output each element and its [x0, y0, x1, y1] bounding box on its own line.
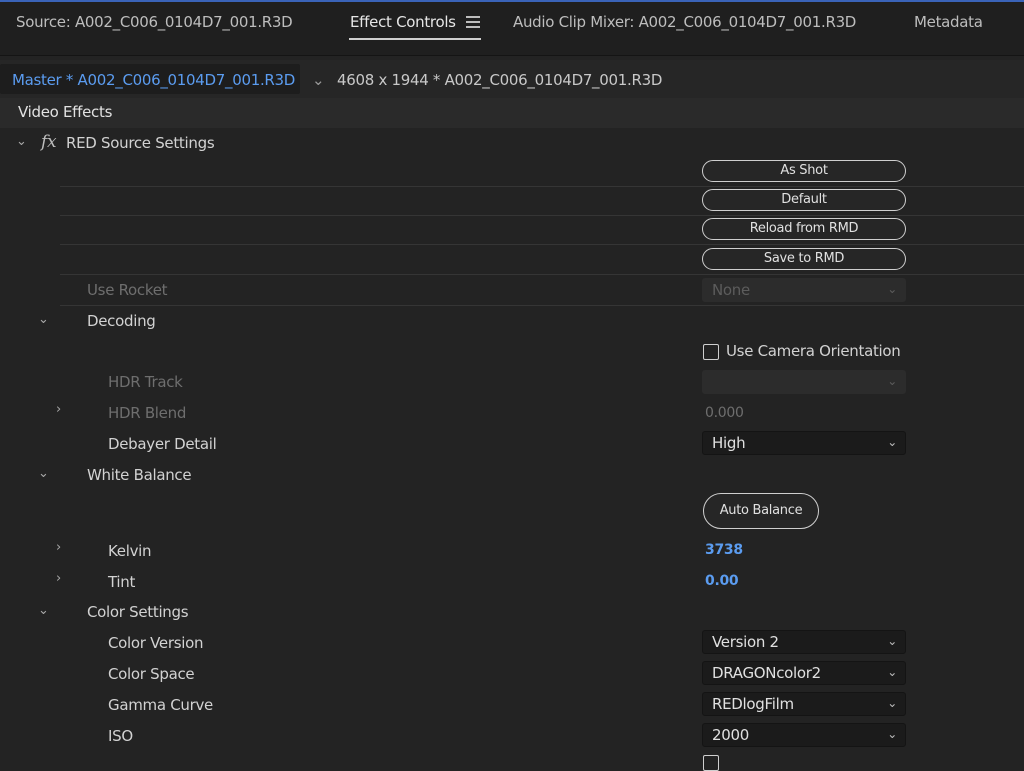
color-version-dropdown[interactable]: Version 2 ⌄ — [702, 630, 906, 654]
sequence-clip-label[interactable]: 4608 x 1944 * A002_C006_0104D7_001.R3D — [337, 71, 662, 89]
hamburger-menu-icon[interactable] — [466, 16, 480, 28]
tint-label: Tint — [108, 573, 136, 591]
hdr-blend-label: HDR Blend — [108, 404, 187, 422]
save-to-rmd-button[interactable]: Save to RMD — [702, 248, 906, 270]
use-rocket-value: None — [712, 281, 750, 299]
chevron-down-icon: ⌄ — [887, 696, 897, 710]
fx-icon[interactable]: fx — [41, 132, 57, 152]
debayer-detail-dropdown[interactable]: High ⌄ — [702, 431, 906, 455]
auto-balance-button[interactable]: Auto Balance — [703, 493, 819, 529]
chevron-right-icon[interactable]: › — [56, 571, 61, 586]
use-camera-orientation-checkbox[interactable] — [703, 344, 719, 360]
row-divider — [60, 215, 1024, 216]
row-divider — [60, 274, 1024, 275]
video-effects-header — [0, 98, 1024, 128]
partial-checkbox[interactable] — [703, 755, 719, 771]
color-space-dropdown[interactable]: DRAGONcolor2 ⌄ — [702, 661, 906, 685]
hdr-track-dropdown: ⌄ — [702, 370, 906, 394]
default-button[interactable]: Default — [702, 189, 906, 211]
tint-value[interactable]: 0.00 — [705, 573, 739, 589]
color-version-label: Color Version — [108, 634, 204, 652]
color-space-value: DRAGONcolor2 — [712, 664, 821, 682]
iso-label: ISO — [108, 727, 133, 745]
as-shot-button[interactable]: As Shot — [702, 160, 906, 182]
chevron-down-icon[interactable]: ⌄ — [312, 71, 325, 89]
gamma-curve-label: Gamma Curve — [108, 696, 213, 714]
reload-from-rmd-button[interactable]: Reload from RMD — [702, 218, 906, 240]
kelvin-value[interactable]: 3738 — [705, 542, 743, 558]
color-version-value: Version 2 — [712, 633, 779, 651]
color-space-label: Color Space — [108, 665, 195, 683]
use-rocket-dropdown: None ⌄ — [702, 278, 906, 302]
active-tab-indicator — [349, 38, 481, 40]
chevron-right-icon[interactable]: › — [56, 402, 61, 417]
iso-value: 2000 — [712, 726, 749, 744]
gamma-curve-value: REDlogFilm — [712, 695, 794, 713]
chevron-down-icon: ⌄ — [887, 665, 897, 679]
hdr-blend-value: 0.000 — [705, 405, 744, 421]
debayer-detail-label: Debayer Detail — [108, 435, 217, 453]
white-balance-label: White Balance — [87, 466, 192, 484]
use-camera-orientation-label: Use Camera Orientation — [726, 342, 901, 360]
debayer-detail-value: High — [712, 434, 746, 452]
chevron-down-icon: ⌄ — [887, 282, 897, 296]
row-divider — [60, 186, 1024, 187]
chevron-right-icon[interactable]: › — [56, 540, 61, 555]
tab-audio-clip-mixer[interactable]: Audio Clip Mixer: A002_C006_0104D7_001.R… — [513, 13, 856, 31]
decoding-label: Decoding — [87, 312, 156, 330]
chevron-down-icon[interactable]: ⌄ — [38, 312, 49, 327]
iso-dropdown[interactable]: 2000 ⌄ — [702, 723, 906, 747]
chevron-down-icon[interactable]: ⌄ — [38, 603, 49, 618]
master-clip-label[interactable]: Master * A002_C006_0104D7_001.R3D — [12, 71, 295, 89]
tab-effect-controls[interactable]: Effect Controls — [350, 13, 456, 31]
kelvin-label: Kelvin — [108, 542, 152, 560]
row-divider — [60, 244, 1024, 245]
chevron-down-icon: ⌄ — [887, 634, 897, 648]
chevron-down-icon: ⌄ — [887, 727, 897, 741]
chevron-down-icon[interactable]: ⌄ — [16, 134, 27, 149]
color-settings-label: Color Settings — [87, 603, 189, 621]
effect-name: RED Source Settings — [66, 134, 215, 152]
chevron-down-icon[interactable]: ⌄ — [38, 466, 49, 481]
tab-metadata[interactable]: Metadata — [914, 13, 983, 31]
chevron-down-icon: ⌄ — [887, 435, 897, 449]
chevron-down-icon: ⌄ — [887, 374, 897, 388]
section-title: Video Effects — [18, 103, 113, 121]
gamma-curve-dropdown[interactable]: REDlogFilm ⌄ — [702, 692, 906, 716]
tab-source[interactable]: Source: A002_C006_0104D7_001.R3D — [16, 13, 293, 31]
row-divider — [60, 305, 1024, 306]
use-rocket-label: Use Rocket — [87, 281, 168, 299]
tab-bar-divider — [0, 55, 1024, 56]
hdr-track-label: HDR Track — [108, 373, 183, 391]
